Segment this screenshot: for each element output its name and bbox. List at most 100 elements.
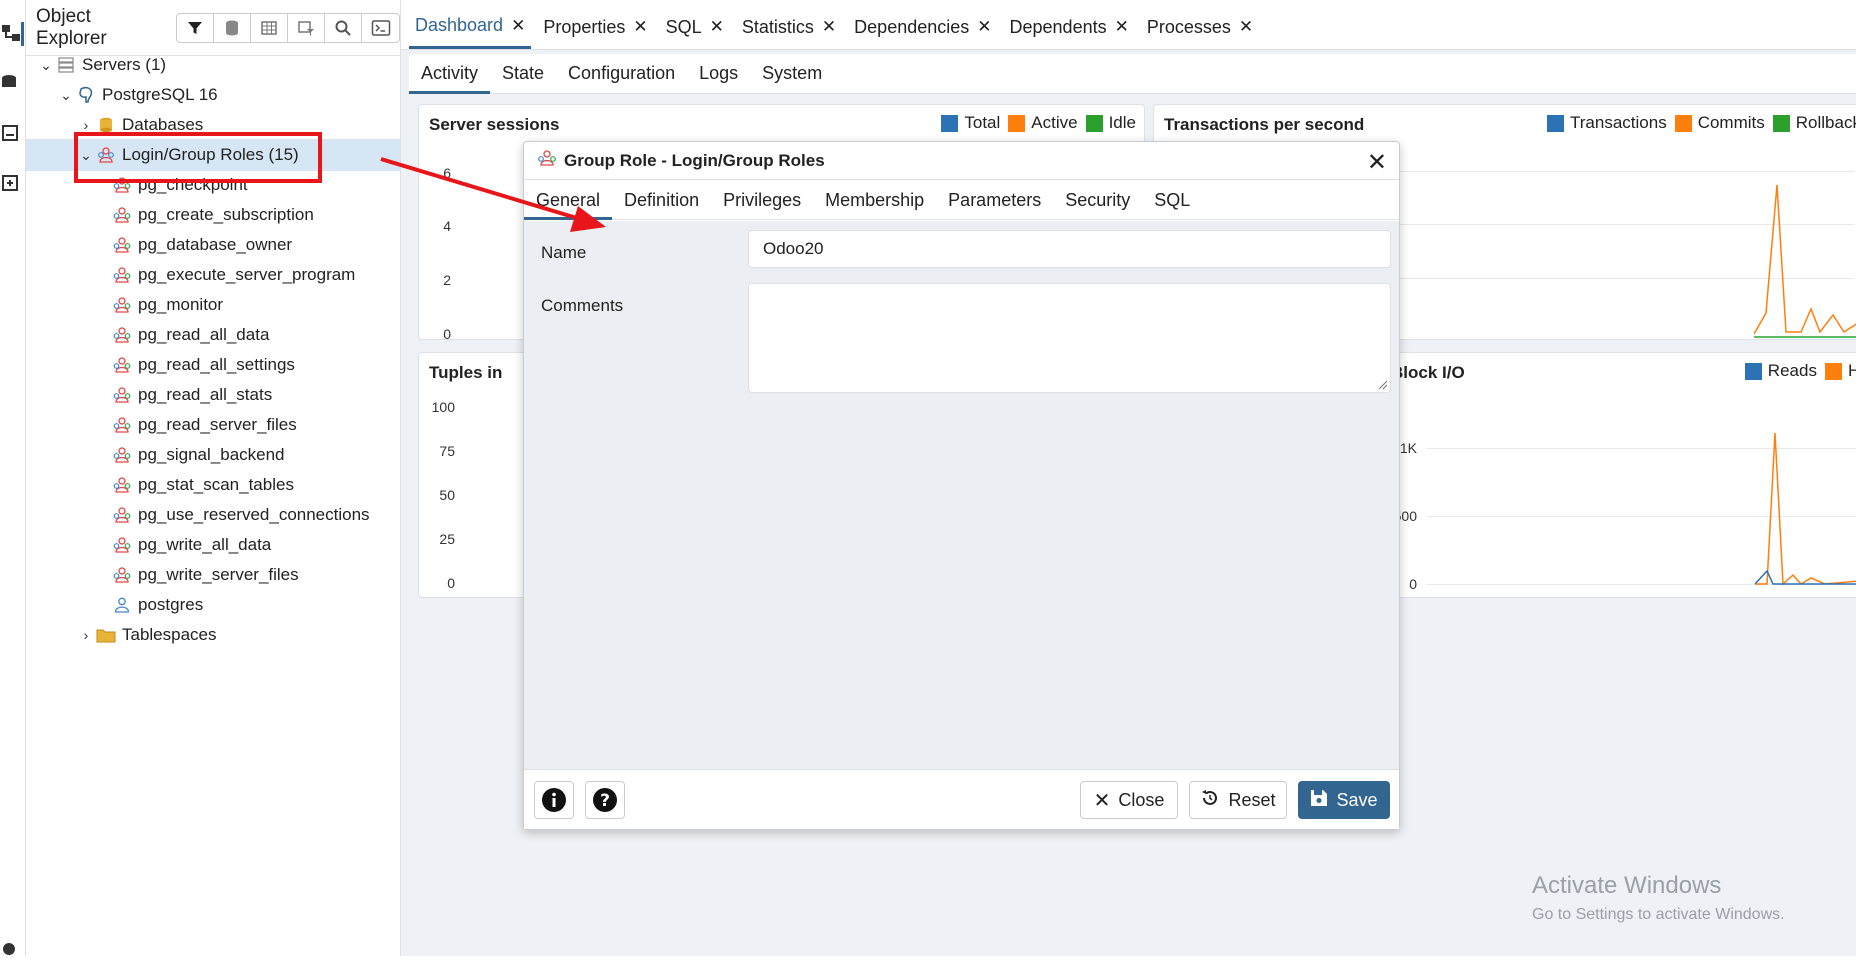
close-button-label: Close [1118,789,1165,810]
panel-tab[interactable]: Dependents ✕ [1004,5,1135,49]
role-item[interactable]: pg_use_reserved_connections [112,500,370,530]
group-role-icon [112,175,132,195]
panel-tab[interactable]: Dependencies ✕ [848,5,997,49]
resize-handle-icon[interactable] [1378,380,1388,390]
save-button[interactable]: Save [1298,781,1390,819]
role-item[interactable]: pg_execute_server_program [112,260,355,290]
close-icon[interactable]: ✕ [1367,148,1387,177]
tree-node-tablespaces[interactable]: › Tablespaces [76,620,217,650]
group-role-icon [112,325,132,345]
dialog-tab[interactable]: Security [1053,180,1142,220]
panel-tab[interactable]: Processes ✕ [1141,5,1259,49]
grid-line [1394,171,1854,172]
object-explorer-icon[interactable] [0,22,24,46]
close-button[interactable]: ✕ Close [1080,781,1178,819]
close-tab-icon[interactable]: ✕ [1239,17,1253,37]
dashboard-subtabs: Activity State Configuration Logs System [409,54,1856,94]
dashboard-subtab[interactable]: Logs [687,54,750,94]
dashboard-subtab[interactable]: Activity [409,54,491,94]
close-tab-icon[interactable]: ✕ [511,16,525,36]
role-item[interactable]: pg_read_server_files [112,410,297,440]
query-tool-icon[interactable] [0,72,24,96]
legend-swatch-green [1772,114,1790,132]
filter-icon[interactable] [177,13,214,42]
group-role-dialog: Group Role - Login/Group Roles ✕ General… [523,141,1400,830]
panel-tab[interactable]: Properties ✕ [537,5,653,49]
close-tab-icon[interactable]: ✕ [633,17,647,37]
comments-textarea[interactable] [748,283,1391,393]
tablespaces-folder-icon [96,625,116,645]
table-icon[interactable] [251,13,288,42]
role-label: pg_signal_backend [138,445,285,464]
postgres-elephant-icon [76,85,96,105]
dialog-tabs: General Definition Privileges Membership Par… [524,180,1399,220]
tree-node-servers[interactable]: ⌄ Servers (1) [36,50,166,80]
block-io-title: Block I/O [1391,363,1465,382]
panel-tab[interactable]: SQL ✕ [660,5,730,49]
dialog-tab[interactable]: Membership [813,180,936,220]
panel-tab[interactable]: Statistics ✕ [736,5,842,49]
tree-node-server[interactable]: ⌄ PostgreSQL 16 [56,80,217,110]
close-tab-icon[interactable]: ✕ [710,17,724,37]
dashboard-subtab[interactable]: System [750,54,834,94]
role-item[interactable]: pg_signal_backend [112,440,285,470]
dialog-tab[interactable]: Parameters [936,180,1053,220]
info-button[interactable] [534,781,574,819]
role-item[interactable]: pg_read_all_settings [112,350,295,380]
block-io-series-lines [1755,432,1856,586]
dialog-tab[interactable]: Privileges [711,180,813,220]
dashboard-subtab[interactable]: State [490,54,556,94]
panel-tab-label: Dashboard [415,15,504,35]
role-item[interactable]: pg_database_owner [112,230,292,260]
database-icon[interactable] [214,13,251,42]
search-icon[interactable] [325,13,362,42]
tps-series-lines [1754,184,1856,338]
settings-gear-icon[interactable] [0,940,24,964]
y-tick: 2 [443,272,451,288]
view-data-icon[interactable] [0,122,24,146]
y-tick: 50 [439,487,455,503]
role-item[interactable]: pg_write_server_files [112,560,299,590]
close-tab-icon[interactable]: ✕ [977,17,991,37]
role-item[interactable]: pg_read_all_stats [112,380,272,410]
tree-node-label: Login/Group Roles (15) [122,145,299,164]
chevron-right-icon[interactable]: › [76,117,96,133]
chevron-down-icon[interactable]: ⌄ [76,147,96,164]
role-item[interactable]: pg_checkpoint [112,170,248,200]
dialog-tab[interactable]: General [524,180,613,220]
close-tab-icon[interactable]: ✕ [1115,17,1129,37]
help-button[interactable]: ? [585,781,625,819]
tuples-in-title: Tuples in [429,363,503,382]
info-icon [542,788,566,812]
panel-tab-label: Properties [543,16,626,37]
psql-tool-icon[interactable] [0,172,24,196]
reset-button[interactable]: Reset [1189,781,1287,819]
role-item[interactable]: pg_monitor [112,290,223,320]
dashboard-subtab[interactable]: Configuration [556,54,687,94]
chevron-right-icon[interactable]: › [76,627,96,643]
close-tab-icon[interactable]: ✕ [822,17,836,37]
dialog-tab[interactable]: Definition [612,180,711,220]
terminal-icon[interactable] [362,14,399,42]
tree-node-databases[interactable]: › Databases [76,110,204,140]
chevron-down-icon[interactable]: ⌄ [56,87,76,104]
legend-label: Hi [1847,361,1856,380]
group-roles-icon [96,145,116,165]
role-item[interactable]: pg_write_all_data [112,530,271,560]
name-label: Name [541,243,587,262]
filter-table-icon[interactable] [288,13,325,42]
name-input[interactable] [748,230,1391,268]
role-item[interactable]: postgres [112,590,203,620]
role-item[interactable]: pg_stat_scan_tables [112,470,294,500]
legend-label: Commits [1697,113,1765,132]
chevron-down-icon[interactable]: ⌄ [36,57,56,74]
group-role-icon [112,535,132,555]
dialog-tab[interactable]: SQL [1142,180,1202,220]
tree-node-label: Tablespaces [122,625,217,644]
save-disk-icon [1310,789,1328,812]
tree-node-login-group-roles[interactable]: ⌄ Login/Group Roles (15) [76,140,299,170]
panel-tab[interactable]: Dashboard ✕ [409,5,532,49]
y-tick: 25 [439,531,455,547]
role-item[interactable]: pg_read_all_data [112,320,269,350]
role-item[interactable]: pg_create_subscription [112,200,314,230]
